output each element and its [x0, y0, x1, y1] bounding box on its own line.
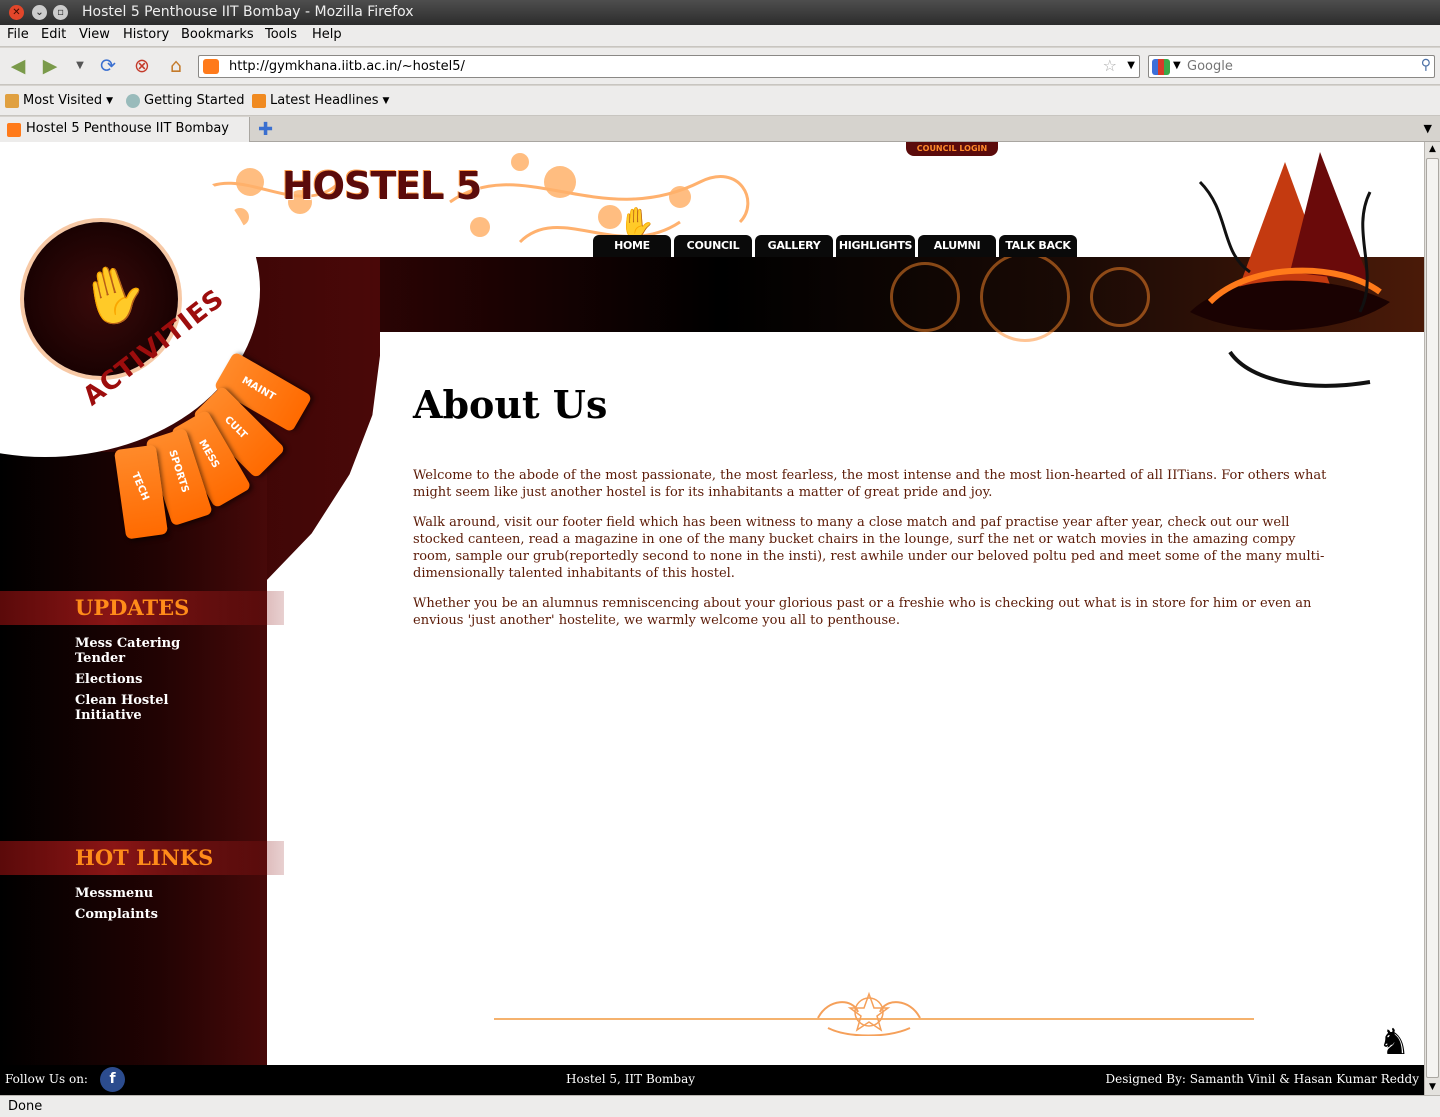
- navigation-toolbar: ◀ ▶ ▼ ⟳ ⊗ ⌂ http://gymkhana.iitb.ac.in/~…: [0, 48, 1440, 85]
- hostel-site: HOSTEL 5 COUNCIL LOGIN ✋ HOME COUNCIL GA…: [0, 142, 1424, 1095]
- status-text: Done: [8, 1099, 43, 1114]
- facebook-icon[interactable]: f: [100, 1067, 125, 1092]
- content-paragraph: Whether you be an alumnus remniscencing …: [413, 596, 1312, 628]
- menu-tools[interactable]: Tools: [265, 27, 297, 42]
- tab-bar: Hostel 5 Penthouse IIT Bombay ✚ ▼: [0, 117, 1440, 142]
- scrollbar-thumb[interactable]: [1426, 158, 1439, 1078]
- tab-hostel5[interactable]: Hostel 5 Penthouse IIT Bombay: [0, 117, 250, 142]
- bookmark-getting-started[interactable]: Getting Started: [126, 93, 245, 108]
- minimize-window-icon[interactable]: ⌄: [32, 5, 47, 20]
- menu-history[interactable]: History: [123, 27, 169, 42]
- page-viewport: HOSTEL 5 COUNCIL LOGIN ✋ HOME COUNCIL GA…: [0, 142, 1424, 1095]
- vertical-scrollbar[interactable]: ▲ ▼: [1424, 142, 1440, 1095]
- content-paragraph: Walk around, visit our footer field whic…: [413, 515, 1325, 581]
- activity-label: CULT: [221, 414, 249, 442]
- council-login-button[interactable]: COUNCIL LOGIN: [906, 142, 998, 156]
- window-title: Hostel 5 Penthouse IIT Bombay - Mozilla …: [82, 4, 414, 20]
- nav-highlights[interactable]: HIGHLIGHTS: [836, 235, 915, 257]
- activity-label: SPORTS: [166, 448, 191, 495]
- close-window-icon[interactable]: ✕: [9, 5, 24, 20]
- footer-center-text: Hostel 5, IIT Bombay: [566, 1072, 696, 1086]
- scroll-up-icon[interactable]: ▲: [1425, 142, 1440, 157]
- sidebar: [0, 452, 267, 1065]
- tab-list-icon[interactable]: ▼: [1424, 122, 1432, 135]
- back-icon[interactable]: ◀: [6, 55, 30, 77]
- menu-bookmarks[interactable]: Bookmarks: [181, 27, 254, 42]
- menu-edit[interactable]: Edit: [41, 27, 66, 42]
- rss-icon: [252, 93, 266, 108]
- chevron-down-icon: ▼: [382, 95, 390, 106]
- penthouse-logo-icon: [1190, 152, 1390, 388]
- site-nav: HOME COUNCIL GALLERY HIGHLIGHTS ALUMNI T…: [593, 235, 1077, 257]
- bookmark-most-visited[interactable]: Most Visited ▼: [5, 93, 113, 108]
- nav-gallery[interactable]: GALLERY: [755, 235, 833, 257]
- reading-figure-icon: ♞: [1378, 1022, 1411, 1063]
- site-footer: Follow Us on: f Hostel 5, IIT Bombay Des…: [0, 1065, 1424, 1095]
- hand-print-icon: ✋: [71, 255, 157, 336]
- menu-bar: File Edit View History Bookmarks Tools H…: [0, 25, 1440, 47]
- updates-heading: UPDATES: [0, 591, 284, 625]
- url-text[interactable]: http://gymkhana.iitb.ac.in/~hostel5/: [229, 59, 465, 74]
- swirl-decoration-icon: [890, 262, 960, 332]
- bookmark-label: Getting Started: [144, 93, 245, 108]
- content-paragraph: Welcome to the abode of the most passion…: [413, 468, 1327, 500]
- address-bar[interactable]: http://gymkhana.iitb.ac.in/~hostel5/ ☆ ▼: [198, 55, 1140, 78]
- menu-view[interactable]: View: [79, 27, 110, 42]
- hot-links-heading: HOT LINKS: [0, 841, 284, 875]
- history-dropdown-icon[interactable]: ▼: [68, 55, 92, 77]
- search-engine-icon[interactable]: [1152, 59, 1170, 75]
- nav-alumni[interactable]: ALUMNI: [918, 235, 996, 257]
- swirl-decoration-icon: [1090, 267, 1150, 327]
- tab-label: Hostel 5 Penthouse IIT Bombay: [26, 121, 229, 136]
- menu-help[interactable]: Help: [312, 27, 342, 42]
- tab-favicon-icon: [7, 123, 21, 137]
- page-title: About Us: [413, 382, 608, 427]
- nav-home[interactable]: HOME: [593, 235, 671, 257]
- activity-label: TECH: [129, 470, 152, 503]
- new-tab-icon[interactable]: ✚: [258, 119, 273, 140]
- site-favicon-icon: [203, 59, 219, 74]
- nav-talk-back[interactable]: TALK BACK: [999, 235, 1077, 257]
- chevron-down-icon: ▼: [106, 95, 114, 106]
- bookmark-label: Latest Headlines: [270, 93, 379, 108]
- site-logo[interactable]: HOSTEL 5: [282, 164, 482, 208]
- reload-icon[interactable]: ⟳: [96, 55, 120, 77]
- update-link[interactable]: Clean Hostel Initiative: [75, 693, 185, 723]
- search-box[interactable]: ▼ ⚲: [1148, 55, 1435, 78]
- page-icon: [126, 93, 140, 108]
- search-icon[interactable]: ⚲: [1421, 57, 1431, 73]
- pentagram-ornament-icon: [817, 991, 921, 1036]
- menu-file[interactable]: File: [7, 27, 29, 42]
- bookmarks-toolbar: Most Visited ▼ Getting Started Latest He…: [0, 86, 1440, 116]
- home-icon[interactable]: ⌂: [164, 55, 188, 77]
- hot-links-heading-text: HOT LINKS: [75, 845, 214, 870]
- follow-us-label: Follow Us on:: [5, 1072, 88, 1086]
- url-dropdown-icon[interactable]: ▼: [1127, 60, 1135, 71]
- hot-link[interactable]: Complaints: [75, 907, 225, 922]
- folder-icon: [5, 93, 19, 108]
- search-engine-dropdown-icon[interactable]: ▼: [1173, 60, 1181, 71]
- maximize-window-icon[interactable]: ▫: [53, 5, 68, 20]
- update-link[interactable]: Mess Catering Tender: [75, 636, 195, 666]
- designer-credit: Designed By: Samanth Vinil & Hasan Kumar…: [1105, 1072, 1419, 1086]
- update-link[interactable]: Elections: [75, 672, 225, 687]
- window-titlebar: ✕ ⌄ ▫ Hostel 5 Penthouse IIT Bombay - Mo…: [0, 0, 1440, 25]
- updates-heading-text: UPDATES: [75, 595, 190, 620]
- activity-label: MAINT: [239, 375, 277, 404]
- scroll-down-icon[interactable]: ▼: [1425, 1080, 1440, 1095]
- status-bar: Done: [0, 1095, 1440, 1117]
- bookmark-label: Most Visited: [23, 93, 103, 108]
- main-content: About Us Welcome to the abode of the mos…: [413, 382, 1333, 642]
- forward-icon[interactable]: ▶: [38, 55, 62, 77]
- swirl-decoration-icon: [980, 252, 1070, 342]
- stop-icon[interactable]: ⊗: [130, 55, 154, 77]
- activity-label: MESS: [195, 438, 221, 471]
- bookmark-latest-headlines[interactable]: Latest Headlines ▼: [252, 93, 389, 108]
- nav-council[interactable]: COUNCIL: [674, 235, 752, 257]
- hot-link[interactable]: Messmenu: [75, 886, 225, 901]
- search-input[interactable]: [1187, 58, 1417, 75]
- bookmark-star-icon[interactable]: ☆: [1103, 56, 1117, 75]
